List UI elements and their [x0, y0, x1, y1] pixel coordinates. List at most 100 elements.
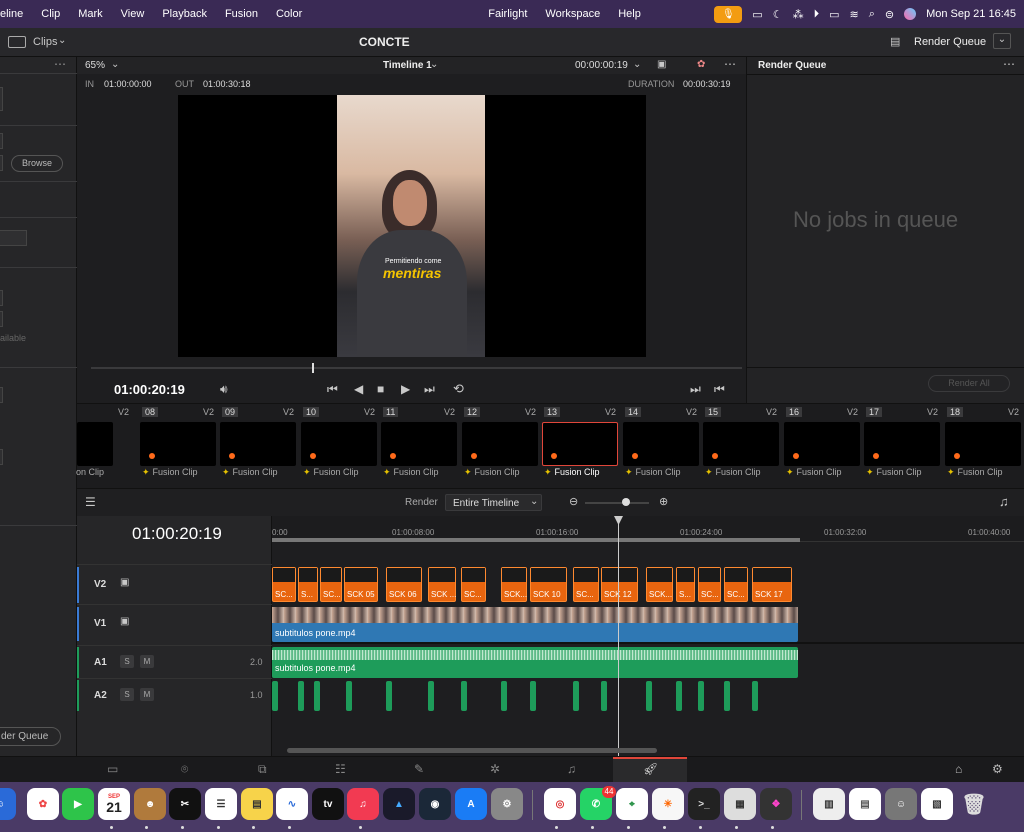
audio-clip-a2[interactable]	[724, 681, 730, 711]
options-menu-icon[interactable]: ⋯	[54, 57, 66, 71]
render-range-dropdown[interactable]: Entire Timeline	[453, 498, 519, 509]
zoom-out-icon[interactable]: ⊖	[569, 495, 578, 508]
fusion-page-icon[interactable]: ☷	[335, 762, 346, 776]
loop-icon[interactable]: ⟲	[453, 381, 464, 397]
timeline-options-icon[interactable]: ☰	[85, 495, 96, 509]
audio-clip-a2[interactable]	[530, 681, 536, 711]
thumbnail-partial[interactable]: V2 on Clip	[55, 404, 135, 489]
home-icon[interactable]: ⌂	[955, 762, 962, 776]
audio-clip-a2[interactable]	[752, 681, 758, 711]
google-maps-icon[interactable]: ⌖	[616, 788, 648, 820]
cut-page-icon[interactable]: ⌾	[181, 762, 188, 777]
audio-clip-a2[interactable]	[386, 681, 392, 711]
extension-icon[interactable]: ⁂	[793, 8, 804, 21]
add-to-render-queue-button[interactable]: der Queue	[0, 727, 61, 746]
audio-clip-a2[interactable]	[428, 681, 434, 711]
menu-item-mark[interactable]: Mark	[69, 8, 111, 20]
terminal-icon[interactable]: >_	[688, 788, 720, 820]
chevron-down-icon[interactable]: ⌄	[111, 59, 119, 70]
freeform-icon[interactable]: ∿	[276, 788, 308, 820]
menu-item-workspace[interactable]: Workspace	[536, 8, 609, 20]
fusion-clip-v2[interactable]: SCK 10	[530, 567, 567, 602]
browse-button[interactable]: Browse	[11, 155, 63, 172]
clip-thumbnail[interactable]: 08 V2 ✦ Fusion Clip	[140, 404, 220, 489]
finder-icon[interactable]: ☺	[0, 788, 16, 820]
steam-icon[interactable]: ◉	[419, 788, 451, 820]
microphone-icon[interactable]: 🎙	[714, 5, 743, 23]
rocket-icon[interactable]: 🚀︎	[643, 762, 658, 776]
moon-icon[interactable]: ☾	[773, 8, 783, 21]
menu-item-fusion[interactable]: Fusion	[216, 8, 267, 20]
color-wheel-icon[interactable]: ✿	[697, 59, 705, 70]
menu-item-timeline[interactable]: eline	[0, 8, 32, 20]
play-icon[interactable]: ▶	[401, 382, 410, 396]
fusion-clip-v2[interactable]: SC...	[320, 567, 342, 602]
timeline-canvas[interactable]: 0:00 01:00:08:00 01:00:16:00 01:00:24:00…	[272, 516, 1024, 756]
audio-clip-a2[interactable]	[314, 681, 320, 711]
film-icon[interactable]: ▣	[120, 577, 129, 588]
clip-thumbnail[interactable]: 13 V2 ✦ Fusion Clip	[542, 404, 622, 489]
control-center-icon[interactable]: ⊜	[885, 8, 894, 21]
fusion-clip-v2[interactable]: S...	[676, 567, 695, 602]
clips-icon[interactable]	[8, 36, 26, 48]
clip-thumbnail[interactable]: 10 V2 ✦ Fusion Clip	[301, 404, 381, 489]
clip-thumbnail[interactable]: 11 V2 ✦ Fusion Clip	[381, 404, 461, 489]
trash-icon[interactable]: 🗑︎	[958, 788, 990, 820]
timeline-ruler[interactable]: 0:00 01:00:08:00 01:00:16:00 01:00:24:00…	[272, 516, 1024, 542]
track-header-a2[interactable]: A2 S M 1.0	[77, 678, 272, 711]
contacts-icon[interactable]: ☻	[134, 788, 166, 820]
photo-thumbnail-icon[interactable]: ☺	[885, 788, 917, 820]
clips-dropdown[interactable]: Clips	[33, 36, 57, 48]
track-header-v1[interactable]: V1 ▣	[77, 604, 272, 642]
audio-clip-a2[interactable]	[676, 681, 682, 711]
mute-button[interactable]: M	[140, 688, 154, 701]
fusion-clip-v2[interactable]: SCK 12	[601, 567, 638, 602]
app-store-icon[interactable]: A	[455, 788, 487, 820]
scrubber-playhead[interactable]	[312, 363, 314, 373]
panel-collapse-button[interactable]: ⌄	[993, 33, 1011, 49]
play-reverse-icon[interactable]: ◀	[354, 382, 363, 396]
audio-clip-a2[interactable]	[698, 681, 704, 711]
wifi-icon[interactable]: ≋	[849, 8, 858, 21]
davinci-resolve-icon[interactable]: ❖	[760, 788, 792, 820]
audio-clip-a2[interactable]	[601, 681, 607, 711]
battery-icon[interactable]: ▭	[829, 8, 839, 21]
media-page-icon[interactable]: ▭	[107, 762, 118, 776]
notes-icon[interactable]: ▤	[241, 788, 273, 820]
audio-clip-a2[interactable]	[501, 681, 507, 711]
audio-clip-a2[interactable]	[346, 681, 352, 711]
deliver-page-tab[interactable]: 🚀︎	[613, 757, 687, 783]
capcut-icon[interactable]: ✂	[169, 788, 201, 820]
screenshot-icon[interactable]: ▤	[849, 788, 881, 820]
search-icon[interactable]: ⌕	[869, 8, 875, 21]
reminders-icon[interactable]: ☰	[205, 788, 237, 820]
clip-thumbnail[interactable]: 16 V2 ✦ Fusion Clip	[784, 404, 864, 489]
fusion-clip-v2[interactable]: SCK ...	[428, 567, 456, 602]
document-icon[interactable]: ▥	[813, 788, 845, 820]
render-all-button[interactable]: Render All	[928, 375, 1010, 392]
fusion-clip-v2[interactable]: SC...	[698, 567, 721, 602]
volume-icon[interactable]: 🔊︎	[220, 382, 228, 397]
clip-thumbnail[interactable]: 14 V2 ✦ Fusion Clip	[623, 404, 703, 489]
menu-item-playback[interactable]: Playback	[153, 8, 216, 20]
audio-meter-icon[interactable]: ♫	[999, 494, 1009, 509]
preview-icon[interactable]: ▦	[724, 788, 756, 820]
fusion-clip-v2[interactable]: SC...	[272, 567, 296, 602]
settings-icon[interactable]: ⚙	[992, 762, 1003, 776]
options-menu-icon[interactable]: ⋯	[1003, 57, 1015, 71]
siri-icon[interactable]	[904, 8, 917, 20]
apple-tv-icon[interactable]: tv	[312, 788, 344, 820]
zoom-in-icon[interactable]: ⊕	[659, 495, 668, 508]
fusion-clip-v2[interactable]: SCK...	[646, 567, 673, 602]
fusion-clip-v2[interactable]: SCK...	[501, 567, 527, 602]
clip-thumbnail[interactable]: 15 V2 ✦ Fusion Clip	[703, 404, 783, 489]
system-settings-icon[interactable]: ⚙	[491, 788, 523, 820]
audio-clip-a2[interactable]	[646, 681, 652, 711]
viewer-mode-icon[interactable]: ▣	[657, 59, 666, 70]
track-header-a1[interactable]: A1 S M 2.0	[77, 645, 272, 678]
next-clip-icon[interactable]: ⏭	[690, 382, 701, 397]
audio-clip-a2[interactable]	[461, 681, 467, 711]
chevron-down-icon[interactable]: ⌄	[430, 59, 438, 70]
go-to-start-icon[interactable]: ⏮	[327, 382, 338, 397]
mute-button[interactable]: M	[140, 655, 154, 668]
